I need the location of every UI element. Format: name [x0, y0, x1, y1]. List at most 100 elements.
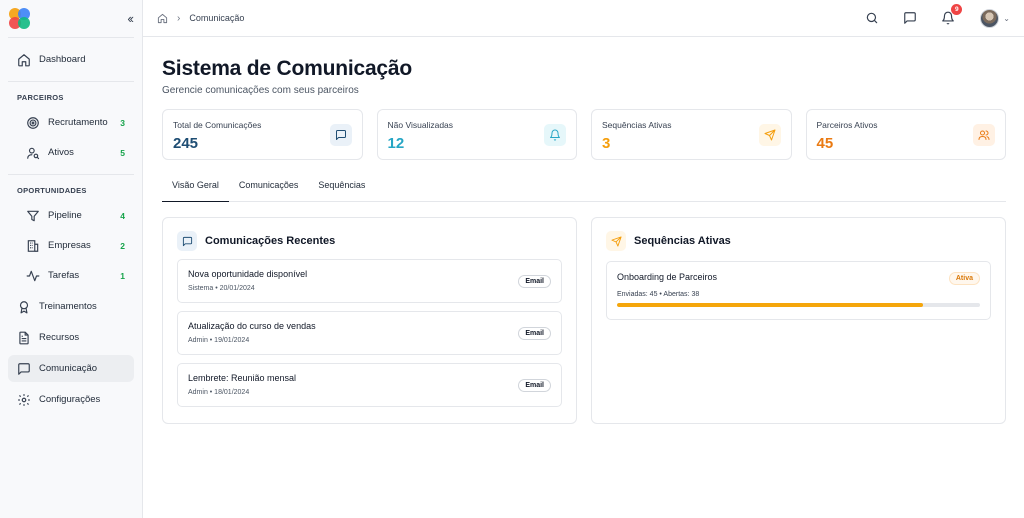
search-button[interactable]	[864, 10, 880, 26]
message-meta: Admin • 18/01/2024	[188, 389, 250, 396]
activity-icon	[26, 270, 40, 281]
stat-label: Parceiros Ativos	[816, 120, 878, 130]
sidebar-item-treinamentos[interactable]: Treinamentos	[8, 293, 134, 320]
messages-button[interactable]	[902, 10, 918, 26]
sidebar-item-label: Tarefas	[48, 270, 80, 281]
message-square-icon	[182, 236, 192, 246]
channel-badge: Email	[518, 379, 551, 392]
user-menu[interactable]: ⌄	[980, 8, 1010, 28]
tab-sequencias[interactable]: Sequências	[308, 180, 375, 202]
sidebar-item-label: Pipeline	[48, 210, 82, 221]
stat-value: 45	[816, 135, 834, 152]
sequence-title: Onboarding de Parceiros	[617, 272, 718, 282]
message-title: Nova oportunidade disponível	[188, 269, 308, 279]
building-icon	[27, 239, 39, 252]
section-title-parceiros: PARCEIROS	[17, 92, 64, 102]
sidebar-item-label: Comunicação	[39, 363, 98, 374]
sidebar-item-empresas[interactable]: Empresas 2	[8, 232, 134, 259]
breadcrumb-current: Comunicação	[189, 13, 245, 23]
users-icon	[978, 130, 990, 140]
notifications-button[interactable]: 9	[940, 4, 963, 26]
active-sequences-panel: Sequências Ativas Onboarding de Parceiro…	[591, 217, 1006, 424]
panel-icon-box	[606, 231, 626, 251]
logo[interactable]	[9, 8, 30, 29]
sequence-item[interactable]: Onboarding de Parceiros Ativa Enviadas: …	[606, 261, 991, 320]
avatar	[980, 8, 1000, 28]
send-icon	[610, 235, 622, 247]
gear-icon	[18, 393, 30, 406]
stat-card-nao-visualizadas: Não Visualizadas 12	[376, 109, 577, 160]
sidebar-item-ativos[interactable]: Ativos 5	[8, 139, 134, 166]
sidebar-item-pipeline[interactable]: Pipeline 4	[8, 202, 134, 229]
sidebar-item-configuracoes[interactable]: Configurações	[8, 386, 134, 413]
chevrons-left-icon[interactable]: ‹‹	[127, 11, 134, 26]
sidebar-item-label: Treinamentos	[39, 301, 97, 312]
award-icon	[19, 300, 29, 313]
sidebar-item-recursos[interactable]: Recursos	[8, 324, 134, 351]
count-badge: 4	[120, 210, 125, 221]
sidebar-item-tarefas[interactable]: Tarefas 1	[8, 262, 134, 289]
message-title: Lembrete: Reunião mensal	[188, 373, 297, 383]
progress-bar-fill	[617, 303, 924, 307]
message-square-icon	[904, 12, 917, 24]
sidebar: ‹‹ Dashboard PARCEIROS Recrutamento 3 At…	[0, 0, 143, 518]
count-badge: 1	[120, 270, 125, 281]
sidebar-item-label: Configurações	[39, 394, 101, 405]
stat-label: Não Visualizadas	[387, 120, 454, 130]
stat-value: 245	[173, 135, 199, 152]
list-item[interactable]: Atualização do curso de vendas Admin • 1…	[177, 311, 562, 355]
progress-bar	[617, 303, 980, 307]
channel-badge: Email	[518, 327, 551, 340]
count-badge: 3	[120, 117, 125, 128]
stat-value: 3	[602, 135, 611, 152]
status-badge: Ativa	[948, 272, 980, 285]
sequence-meta: Enviadas: 45 • Abertas: 38	[617, 291, 700, 298]
panel-title: Comunicações Recentes	[205, 235, 336, 247]
send-icon	[764, 129, 775, 141]
section-title-oportunidades: OPORTUNIDADES	[17, 185, 87, 195]
count-badge: 2	[120, 240, 125, 251]
chevron-right-icon: ›	[177, 12, 181, 24]
file-text-icon	[19, 331, 29, 344]
panels-row: Comunicações Recentes Nova oportunidade …	[162, 217, 1006, 424]
search-icon	[867, 12, 878, 24]
stat-value: 12	[387, 135, 405, 152]
sidebar-item-dashboard[interactable]: Dashboard	[8, 46, 134, 73]
page-subtitle: Gerencie comunicações com seus parceiros	[162, 85, 359, 96]
list-item[interactable]: Lembrete: Reunião mensal Admin • 18/01/2…	[177, 363, 562, 407]
message-meta: Sistema • 20/01/2024	[188, 285, 255, 292]
panel-header: Comunicações Recentes	[177, 231, 562, 251]
sidebar-item-label: Empresas	[48, 240, 91, 251]
stat-card-sequencias-ativas: Sequências Ativas 3	[591, 109, 792, 160]
top-header: › Comunicação 9 ⌄	[143, 0, 1024, 37]
user-search-icon	[27, 147, 40, 159]
filter-icon	[27, 210, 39, 221]
stat-label: Sequências Ativas	[602, 120, 672, 130]
message-square-icon	[335, 130, 346, 140]
stat-label: Total de Comunicações	[173, 120, 262, 130]
notification-badge: 9	[951, 4, 963, 15]
tab-comunicacoes[interactable]: Comunicações	[229, 180, 309, 202]
page-title: Sistema de Comunicação	[162, 57, 413, 80]
sidebar-item-recrutamento[interactable]: Recrutamento 3	[8, 109, 134, 136]
panel-header: Sequências Ativas	[606, 231, 991, 251]
stat-icon-box	[973, 124, 995, 146]
sidebar-item-label: Dashboard	[39, 54, 86, 65]
list-item[interactable]: Nova oportunidade disponível Sistema • 2…	[177, 259, 562, 303]
sidebar-header: ‹‹	[0, 0, 142, 37]
message-meta: Admin • 19/01/2024	[188, 337, 250, 344]
panel-title: Sequências Ativas	[634, 235, 731, 247]
recent-communications-panel: Comunicações Recentes Nova oportunidade …	[162, 217, 577, 424]
message-title: Atualização do curso de vendas	[188, 321, 316, 331]
header-actions: 9 ⌄	[842, 4, 1010, 28]
chevron-down-icon: ⌄	[1003, 13, 1010, 23]
stat-icon-box	[544, 124, 566, 146]
tab-visao-geral[interactable]: Visão Geral	[162, 180, 229, 202]
stat-icon-box	[758, 124, 781, 146]
main-content: Sistema de Comunicação Gerencie comunica…	[162, 37, 1006, 424]
home-icon[interactable]	[157, 13, 168, 24]
sidebar-item-comunicacao[interactable]: Comunicação	[8, 355, 134, 382]
bell-icon	[550, 129, 560, 141]
sidebar-item-label: Ativos	[48, 147, 74, 158]
stat-card-parceiros-ativos: Parceiros Ativos 45	[805, 109, 1006, 160]
